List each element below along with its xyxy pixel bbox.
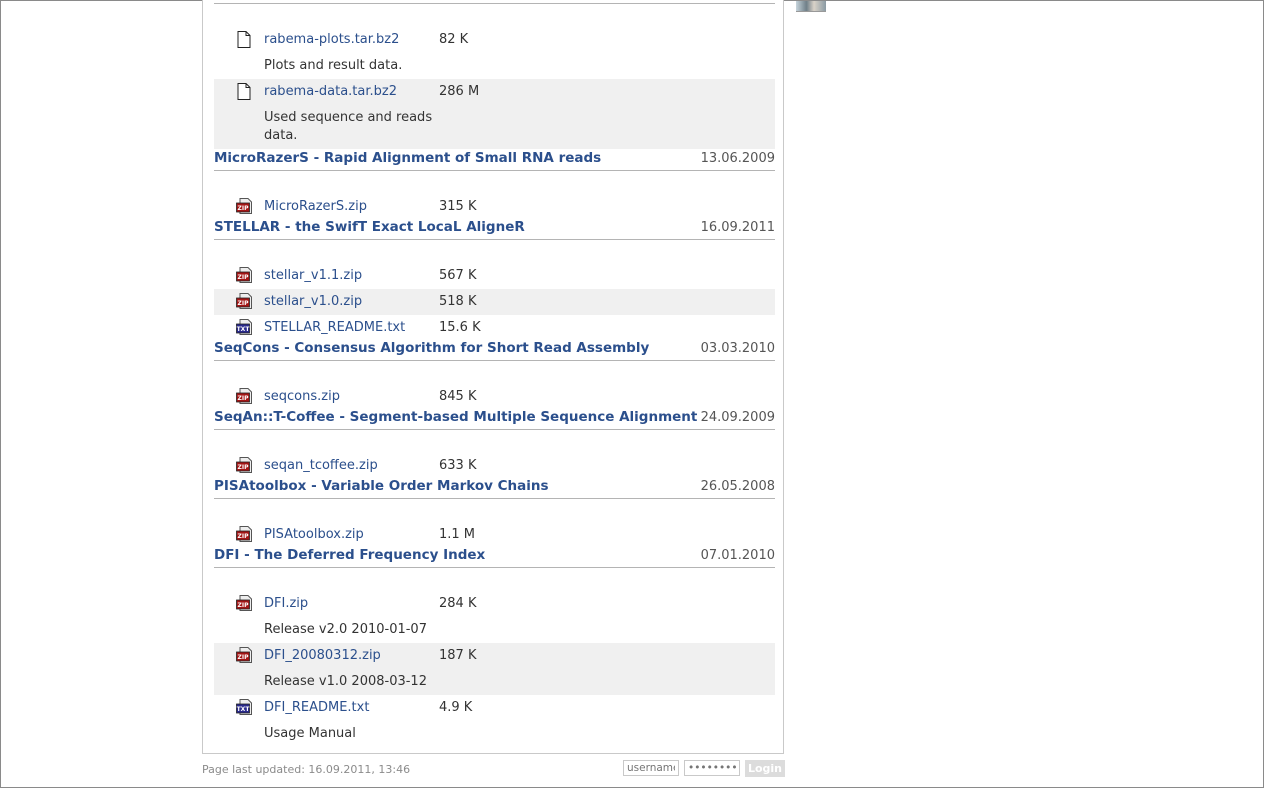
generic-file-icon xyxy=(236,83,251,100)
file-download-link[interactable]: rabema-data.tar.bz2 xyxy=(264,84,397,99)
file-size: 15.6 K xyxy=(439,320,481,335)
section-header: PISAtoolbox - Variable Order Markov Chai… xyxy=(214,476,775,499)
file-size: 845 K xyxy=(439,389,477,404)
file-size: 284 K xyxy=(439,596,477,611)
section-title-link[interactable]: STELLAR - the SwifT Exact LocaL AligneR xyxy=(214,219,525,235)
section-title-link[interactable]: PISAtoolbox - Variable Order Markov Chai… xyxy=(214,478,549,494)
svg-text:ZIP: ZIP xyxy=(238,533,250,540)
file-description: Plots and result data. xyxy=(264,58,403,73)
section-date: 24.09.2009 xyxy=(700,410,775,425)
zip-file-icon: ZIP xyxy=(236,198,252,214)
svg-text:ZIP: ZIP xyxy=(238,300,250,307)
file-size: 633 K xyxy=(439,458,477,473)
zip-file-icon: ZIP xyxy=(236,457,252,473)
zip-file-icon: ZIP xyxy=(236,595,252,611)
file-row: rabema-data.tar.bz2 286 M Used sequence an… xyxy=(214,79,775,149)
avatar xyxy=(796,1,826,12)
file-download-link[interactable]: rabema-plots.tar.bz2 xyxy=(264,32,399,47)
section-header: Rabema - Read Alignment BenchMArk xyxy=(214,0,775,4)
file-row: ZIP DFI_20080312.zip 187 K Release v1.0 200… xyxy=(214,643,775,695)
section-header: SeqAn::T-Coffee - Segment-based Multiple… xyxy=(214,407,775,430)
file-download-link[interactable]: DFI_20080312.zip xyxy=(264,648,381,663)
file-download-link[interactable]: seqcons.zip xyxy=(264,389,340,404)
file-row: TXT DFI_README.txt 4.9 K Usage Manual xyxy=(214,695,775,747)
downloads-panel: Rabema - Read Alignment BenchMArk rabema-… xyxy=(202,0,784,754)
file-size: 315 K xyxy=(439,199,477,214)
section-header: SeqCons - Consensus Algorithm for Short … xyxy=(214,338,775,361)
section-header: MicroRazerS - Rapid Alignment of Small R… xyxy=(214,148,775,171)
section-date: 13.06.2009 xyxy=(700,151,775,166)
file-download-link[interactable]: DFI.zip xyxy=(264,596,308,611)
file-description: Used sequence and reads data. xyxy=(264,110,433,143)
file-size: 567 K xyxy=(439,268,477,283)
txt-file-icon: TXT xyxy=(236,319,252,335)
svg-text:TXT: TXT xyxy=(237,326,251,333)
page-last-updated: Page last updated: 16.09.2011, 13:46 xyxy=(202,763,411,776)
file-size: 4.9 K xyxy=(439,700,473,715)
svg-text:ZIP: ZIP xyxy=(238,274,250,281)
file-size: 286 M xyxy=(439,84,480,99)
section-header: STELLAR - the SwifT Exact LocaL AligneR 1… xyxy=(214,217,775,240)
section-date: 07.01.2010 xyxy=(700,548,775,563)
file-description: Release v1.0 2008-03-12 xyxy=(264,674,427,689)
file-size: 1.1 M xyxy=(439,527,476,542)
file-size: 187 K xyxy=(439,648,477,663)
svg-text:ZIP: ZIP xyxy=(238,205,250,212)
generic-file-icon xyxy=(236,31,251,48)
file-download-link[interactable]: MicroRazerS.zip xyxy=(264,199,367,214)
file-download-link[interactable]: DFI_README.txt xyxy=(264,700,369,715)
file-description: Usage Manual xyxy=(264,726,356,741)
file-row: ZIP stellar_v1.0.zip 518 K xyxy=(214,289,775,315)
svg-text:ZIP: ZIP xyxy=(238,654,250,661)
file-download-link[interactable]: stellar_v1.1.zip xyxy=(264,268,362,283)
file-row: rabema-plots.tar.bz2 82 K Plots and result… xyxy=(214,27,775,79)
file-download-link[interactable]: STELLAR_README.txt xyxy=(264,320,405,335)
section-date: 26.05.2008 xyxy=(700,479,775,494)
username-input[interactable] xyxy=(623,760,679,776)
svg-text:ZIP: ZIP xyxy=(238,464,250,471)
svg-text:TXT: TXT xyxy=(237,706,251,713)
svg-text:ZIP: ZIP xyxy=(238,602,250,609)
zip-file-icon: ZIP xyxy=(236,526,252,542)
section-title-link[interactable]: SeqCons - Consensus Algorithm for Short … xyxy=(214,340,649,356)
section-date: 03.03.2010 xyxy=(700,341,775,356)
file-download-link[interactable]: PISAtoolbox.zip xyxy=(264,527,364,542)
section-title-link[interactable]: DFI - The Deferred Frequency Index xyxy=(214,547,485,563)
zip-file-icon: ZIP xyxy=(236,293,252,309)
file-description: Release v2.0 2010-01-07 xyxy=(264,622,427,637)
file-size: 518 K xyxy=(439,294,477,309)
section-date: 16.09.2011 xyxy=(700,220,775,235)
login-button[interactable]: Login xyxy=(745,760,785,777)
zip-file-icon: ZIP xyxy=(236,267,252,283)
file-size: 82 K xyxy=(439,32,469,47)
svg-text:ZIP: ZIP xyxy=(238,395,250,402)
section-title-link[interactable]: SeqAn::T-Coffee - Segment-based Multiple… xyxy=(214,409,697,425)
file-row: ZIP DFI.zip 284 K Release v2.0 2010-01-07 xyxy=(214,591,775,643)
txt-file-icon: TXT xyxy=(236,699,252,715)
zip-file-icon: ZIP xyxy=(236,647,252,663)
section-title-link[interactable]: MicroRazerS - Rapid Alignment of Small R… xyxy=(214,150,601,166)
file-download-link[interactable]: stellar_v1.0.zip xyxy=(264,294,362,309)
password-input[interactable] xyxy=(684,760,740,776)
file-download-link[interactable]: seqan_tcoffee.zip xyxy=(264,458,378,473)
section-header: DFI - The Deferred Frequency Index 07.01.… xyxy=(214,545,775,568)
zip-file-icon: ZIP xyxy=(236,388,252,404)
file-row: ZIP stellar_v1.1.zip 567 K xyxy=(214,263,775,289)
